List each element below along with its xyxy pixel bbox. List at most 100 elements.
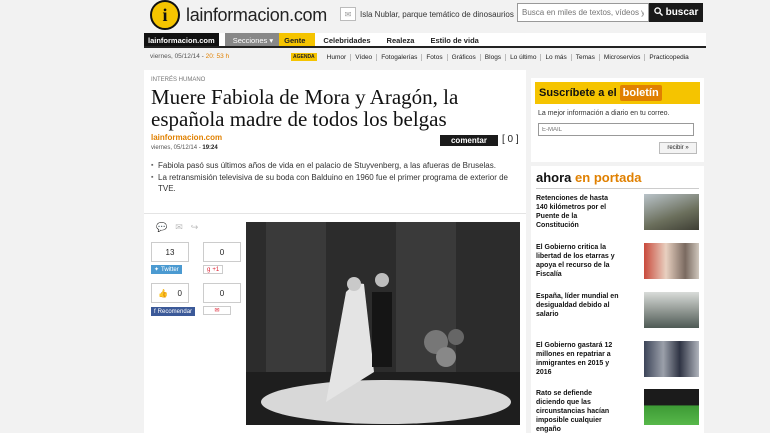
site-logo[interactable]: i lainformacion.com <box>150 0 327 30</box>
story-thumbnail[interactable] <box>644 389 699 425</box>
promo-image-icon: ✉ <box>340 7 356 21</box>
like-count: 0 <box>177 288 182 298</box>
newsletter-submit-button[interactable]: recibir » <box>659 142 697 154</box>
article-headline: Muere Fabiola de Mora y Aragón, la españ… <box>151 85 459 131</box>
current-date: viernes, 05/12/14 - 20: 53 h <box>150 53 229 60</box>
gplus-count: 0 <box>203 242 241 262</box>
story-thumbnail[interactable] <box>644 194 699 230</box>
subnav-fotogalerias[interactable]: Fotogalerías <box>377 53 423 61</box>
summary-bullet: Fabiola pasó sus últimos años de vida en… <box>151 160 521 171</box>
share-arrow-icon[interactable]: ↪ <box>191 222 199 233</box>
ahora-title: ahora en portada <box>536 170 642 185</box>
search-bar: buscar <box>517 3 703 22</box>
like-count-box: 👍 0 <box>151 283 189 303</box>
twitter-count: 13 <box>151 242 189 262</box>
divider <box>144 213 526 214</box>
summary-bullet: La retransmisión televisiva de su boda c… <box>151 172 521 194</box>
gplus-icon: g <box>207 266 211 273</box>
article-photo[interactable] <box>246 222 520 425</box>
story-item[interactable]: El Gobierno critica la libertad de los e… <box>536 243 699 279</box>
story-item[interactable]: El Gobierno gastará 12 millones en repat… <box>536 341 699 377</box>
subnav-practicopedia[interactable]: Practicopedia <box>645 54 692 61</box>
story-thumbnail[interactable] <box>644 292 699 328</box>
story-thumbnail[interactable] <box>644 243 699 279</box>
share-other-button[interactable]: ✉ <box>203 306 231 315</box>
page: i lainformacion.com ✉ Isla Nublar, parqu… <box>0 0 770 433</box>
story-thumbnail[interactable] <box>644 341 699 377</box>
subnav-lo-mas[interactable]: Lo más <box>541 53 572 61</box>
story-title[interactable]: España, líder mundial en desigualdad deb… <box>536 292 620 328</box>
gplus-button[interactable]: g +1 <box>203 265 224 274</box>
newsletter-title: Suscríbete a el <box>539 87 617 99</box>
search-button[interactable]: buscar <box>649 3 703 22</box>
nav-secciones-label: Secciones <box>232 36 268 45</box>
twitter-bird-icon: ✦ <box>154 267 160 273</box>
current-time: 20: 53 h <box>205 53 230 60</box>
story-title[interactable]: Rato se defiende diciendo que las circun… <box>536 389 620 433</box>
article: INTERÉS HUMANO Muere Fabiola de Mora y A… <box>144 70 526 433</box>
article-source[interactable]: lainformacion.com <box>151 133 222 142</box>
newsletter-banner: Suscríbete a el boletín <box>535 82 700 104</box>
promo-text: Isla Nublar, parque temático de dinosaur… <box>360 9 514 19</box>
nav-gente[interactable]: Gente <box>279 33 316 46</box>
story-title[interactable]: El Gobierno critica la libertad de los e… <box>536 243 620 279</box>
other-count: 0 <box>203 283 241 303</box>
thumbs-up-icon: 👍 <box>158 288 168 298</box>
newsletter-box: Suscríbete a el boletín La mejor informa… <box>531 78 704 162</box>
logo-i-icon: i <box>150 0 180 30</box>
article-date: viernes, 05/12/14 - 19:24 <box>151 145 218 151</box>
current-date-day: viernes, 05/12/14 - <box>150 53 204 60</box>
article-category[interactable]: INTERÉS HUMANO <box>151 77 205 83</box>
subnav-fotos[interactable]: Fotos <box>422 53 448 61</box>
article-summary: Fabiola pasó sus últimos años de vida en… <box>151 160 521 195</box>
ahora-title-a: ahora <box>536 170 572 185</box>
story-title[interactable]: Retenciones de hasta 140 kilómetros por … <box>536 194 620 230</box>
subnav-temas[interactable]: Temas <box>572 53 600 61</box>
article-time: 19:24 <box>202 145 218 151</box>
ahora-en-portada: ahora en portada Retenciones de hasta 14… <box>531 166 704 433</box>
story-title[interactable]: El Gobierno gastará 12 millones en repat… <box>536 341 620 377</box>
share-icon: ✉ <box>214 308 220 314</box>
twitter-button[interactable]: ✦ Twitter <box>151 265 182 274</box>
subnav-blogs[interactable]: Blogs <box>481 53 507 61</box>
nav-secciones[interactable]: Secciones ▾ <box>224 33 280 46</box>
promo-link[interactable]: ✉ Isla Nublar, parque temático de dinosa… <box>340 5 514 23</box>
main-nav: lainformacion.com Secciones ▾ Gente Cele… <box>144 33 706 48</box>
ahora-title-b: en portada <box>575 170 642 185</box>
subnav-microservios[interactable]: Microservios <box>600 53 646 61</box>
article-date-day: viernes, 05/12/14 - <box>151 145 201 151</box>
subnav-lo-ultimo[interactable]: Lo último <box>506 53 542 61</box>
logo-text: lainformacion.com <box>186 4 327 25</box>
subnav-humor[interactable]: Humor <box>323 53 352 61</box>
story-item[interactable]: España, líder mundial en desigualdad deb… <box>536 292 699 328</box>
gplus-label: +1 <box>212 266 220 273</box>
nav-item-celebridades[interactable]: Celebridades <box>315 33 378 46</box>
subnav-graficos[interactable]: Gráficos <box>448 53 481 61</box>
nav-item-realeza[interactable]: Realeza <box>379 33 423 46</box>
comment-bubble-icon[interactable]: 💬 <box>156 222 167 233</box>
sub-nav: AGENDA Humor Vídeo Fotogalerías Fotos Gr… <box>291 51 693 63</box>
nav-item-estilo[interactable]: Estilo de vida <box>422 33 486 46</box>
facebook-label: Recomendar <box>157 308 193 315</box>
facebook-icon: f <box>154 308 156 315</box>
newsletter-title-highlight: boletín <box>619 85 662 101</box>
newsletter-description: La mejor información a diario en tu corr… <box>538 110 670 117</box>
search-button-label: buscar <box>665 7 699 18</box>
divider <box>536 188 699 189</box>
newsletter-email-input[interactable] <box>538 123 694 136</box>
share-tools: 💬 ✉ ↪ <box>156 222 198 233</box>
facebook-recommend-button[interactable]: f Recomendar <box>151 307 196 316</box>
comment-count[interactable]: [ 0 ] <box>502 134 519 145</box>
wedding-photo-illustration <box>246 222 520 425</box>
twitter-label: Twitter <box>161 266 179 273</box>
mail-icon[interactable]: ✉ <box>175 222 183 233</box>
nav-home[interactable]: lainformacion.com <box>144 33 219 46</box>
story-item[interactable]: Rato se defiende diciendo que las circun… <box>536 389 699 433</box>
search-input[interactable] <box>517 3 649 22</box>
subnav-video[interactable]: Vídeo <box>351 53 378 61</box>
comment-button[interactable]: comentar <box>440 135 498 146</box>
agenda-tag[interactable]: AGENDA <box>291 53 317 61</box>
story-item[interactable]: Retenciones de hasta 140 kilómetros por … <box>536 194 699 230</box>
search-icon <box>653 6 663 19</box>
chevron-down-icon: ▾ <box>269 36 274 45</box>
